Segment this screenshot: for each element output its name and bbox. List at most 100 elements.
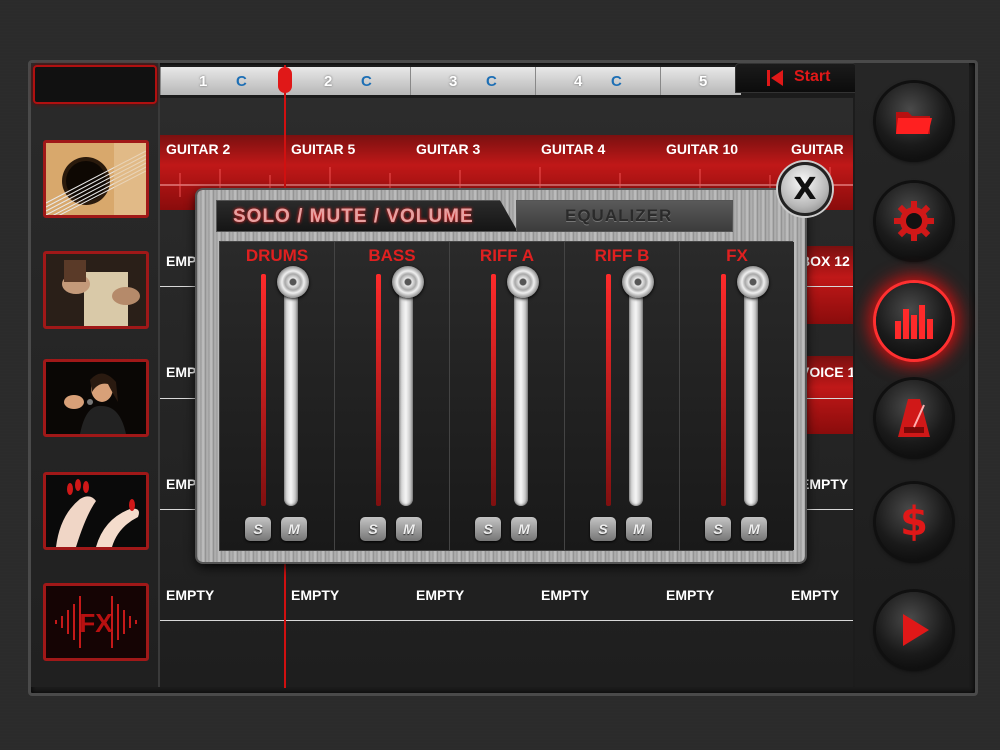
close-icon: X [793, 171, 817, 207]
solo-button[interactable]: S [475, 517, 501, 541]
volume-slider-track[interactable] [744, 280, 758, 506]
bars-chart-icon [895, 305, 933, 339]
solo-button[interactable]: S [705, 517, 731, 541]
mute-button[interactable]: M [741, 517, 767, 541]
track-clip-label: GUITAR 2 [166, 141, 231, 157]
channel-name: BASS [368, 246, 416, 265]
channel-name: RIFF B [594, 246, 650, 265]
mute-button[interactable]: M [281, 517, 307, 541]
dollar-icon: $ [900, 499, 928, 545]
gear-icon [894, 201, 934, 241]
play-icon [903, 614, 929, 646]
hands-clapping-icon [46, 475, 146, 547]
channel-strip-riff-a: RIFF A S M [450, 242, 565, 550]
app-window: FX 1C 2C 3C 4C 5 Start GUITAR 2 GUITAR 5… [0, 0, 1000, 750]
track-clip-label: BOX 12 [800, 253, 850, 269]
metronome-icon [898, 399, 930, 437]
track-clip-label: EMPTY [666, 587, 715, 603]
level-meter [261, 274, 266, 506]
segment-number: 5 [699, 73, 708, 90]
volume-slider-knob[interactable] [622, 266, 654, 298]
instrument-fx-button[interactable]: FX [43, 583, 149, 661]
instrument-voice-button[interactable] [43, 359, 149, 437]
mixer-channels: DRUMS S M BASS S M RIFF A S M RIFF B S M… [219, 241, 794, 551]
segment-key: C [611, 73, 622, 90]
store-button[interactable]: $ [876, 484, 952, 560]
level-meter [606, 274, 611, 506]
ruler-segment-1[interactable]: 1C [160, 67, 285, 95]
track-clip-label: GUITAR 10 [666, 141, 739, 157]
track-clip-label: VOICE 1 [800, 364, 853, 380]
channel-strip-drums: DRUMS S M [220, 242, 335, 550]
ruler-segment-2[interactable]: 2C [285, 67, 410, 95]
ruler-segment-5[interactable]: 5 [660, 67, 741, 95]
level-meter [376, 274, 381, 506]
folder-icon [896, 112, 932, 134]
mute-button[interactable]: M [396, 517, 422, 541]
volume-slider-track[interactable] [629, 280, 643, 506]
play-button[interactable] [876, 592, 952, 668]
segment-number: 4 [574, 73, 583, 90]
channel-strip-bass: BASS S M [335, 242, 450, 550]
fx-label: FX [79, 608, 113, 638]
mixer-button[interactable] [876, 283, 952, 359]
guitar-icon [46, 143, 146, 215]
start-label: Start [794, 68, 831, 85]
volume-slider-knob[interactable] [277, 266, 309, 298]
track-clip-label: GUITAR 4 [541, 141, 606, 157]
metronome-button[interactable] [876, 380, 952, 456]
track-clip-label: GUITAR [791, 141, 844, 157]
track-clip-label: EMPTY [291, 587, 340, 603]
track-clip-label: EMPTY [791, 587, 840, 603]
segment-number: 2 [324, 73, 333, 90]
solo-button[interactable]: S [360, 517, 386, 541]
tab-solo-mute-volume[interactable]: SOLO / MUTE / VOLUME [216, 200, 518, 232]
track-clip-label: EMPTY [800, 476, 849, 492]
volume-slider-track[interactable] [284, 280, 298, 506]
singer-icon [46, 362, 146, 434]
solo-button[interactable]: S [245, 517, 271, 541]
track-clip-label: GUITAR 5 [291, 141, 356, 157]
cajon-icon [46, 254, 146, 326]
volume-slider-track[interactable] [399, 280, 413, 506]
song-title-box[interactable] [33, 65, 157, 104]
channel-name: DRUMS [245, 246, 309, 265]
instrument-guitar-button[interactable] [43, 140, 149, 218]
close-mixer-button[interactable]: X [778, 162, 832, 216]
settings-button[interactable] [876, 183, 952, 259]
tab-label: SOLO / MUTE / VOLUME [233, 206, 474, 227]
segment-key: C [361, 73, 372, 90]
segment-number: 1 [199, 73, 208, 90]
volume-slider-knob[interactable] [392, 266, 424, 298]
channel-name: FX [726, 246, 748, 265]
volume-slider-knob[interactable] [507, 266, 539, 298]
volume-slider-track[interactable] [514, 280, 528, 506]
segment-key: C [486, 73, 497, 90]
level-meter [721, 274, 726, 506]
row-divider [160, 620, 853, 621]
track-clip-label: EMPTY [541, 587, 590, 603]
track-clip-label: EMPTY [166, 587, 215, 603]
start-button[interactable]: Start [735, 63, 857, 93]
mute-button[interactable]: M [626, 517, 652, 541]
track-clip-label: GUITAR 3 [416, 141, 481, 157]
instrument-cajon-button[interactable] [43, 251, 149, 329]
open-file-button[interactable] [876, 83, 952, 159]
segment-number: 3 [449, 73, 458, 90]
mute-button[interactable]: M [511, 517, 537, 541]
track-clip-label: EMPTY [416, 587, 465, 603]
skip-to-start-icon [767, 70, 783, 86]
ruler-segment-4[interactable]: 4C [535, 67, 660, 95]
channel-strip-riff-b: RIFF B S M [565, 242, 680, 550]
channel-name: RIFF A [479, 246, 535, 265]
fx-waveform-icon: FX [46, 586, 146, 658]
solo-button[interactable]: S [590, 517, 616, 541]
ruler-segment-3[interactable]: 3C [410, 67, 535, 95]
volume-slider-knob[interactable] [737, 266, 769, 298]
tab-equalizer[interactable]: EQUALIZER [516, 200, 733, 232]
playhead-handle[interactable] [278, 67, 292, 93]
tab-label: EQUALIZER [565, 206, 673, 225]
channel-strip-fx: FX S M [680, 242, 794, 550]
level-meter [491, 274, 496, 506]
instrument-claps-button[interactable] [43, 472, 149, 550]
